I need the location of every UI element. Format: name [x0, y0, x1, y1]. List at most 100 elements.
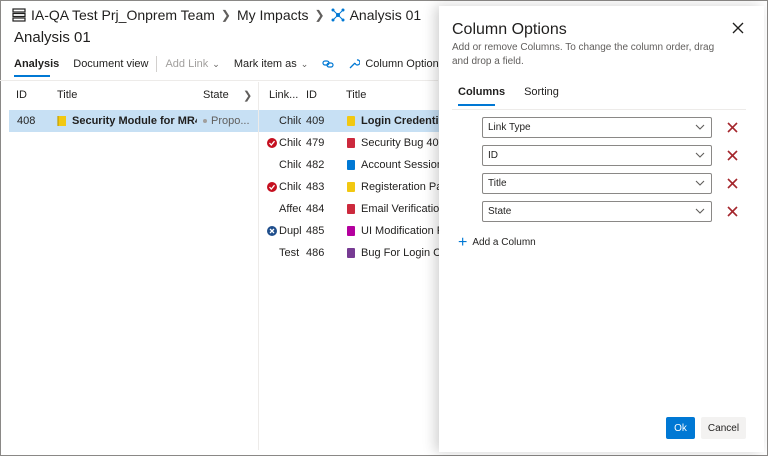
work-item-type-icon	[347, 182, 355, 192]
row-title-cell[interactable]: Registeration Passc	[346, 176, 439, 198]
ok-button[interactable]: Ok	[666, 417, 695, 439]
plus-icon: +	[458, 233, 468, 251]
chevron-right-icon[interactable]: ❯	[243, 84, 252, 106]
remove-icon[interactable]	[727, 150, 738, 161]
work-item-type-icon	[347, 160, 355, 170]
column-header-title[interactable]: Title	[57, 84, 77, 106]
breadcrumb: IA-QA Test Prj_Onprem Team ❯ My Impacts …	[12, 6, 421, 24]
row-title-cell[interactable]: Account Session Tin	[346, 154, 439, 176]
column-options-panel: Column Options Add or remove Columns. To…	[439, 6, 764, 452]
tab-sorting[interactable]: Sorting	[524, 86, 559, 98]
row-link-type: Affec	[279, 203, 301, 215]
add-column-label: Add a Column	[472, 237, 536, 248]
column-header-id[interactable]: ID	[306, 84, 317, 106]
work-items-grid: ID Title State ❯ 408 Security Module for…	[9, 84, 258, 450]
field-value: Link Type	[488, 122, 531, 133]
chevron-down-icon	[695, 180, 705, 186]
remove-icon[interactable]	[727, 178, 738, 189]
remove-icon[interactable]	[727, 206, 738, 217]
row-link-type: Test	[279, 247, 300, 259]
row-title-cell[interactable]: Email Verification Co	[346, 198, 439, 220]
tab-analysis[interactable]: Analysis	[14, 58, 59, 70]
row-title-cell[interactable]: Security Bug 408	[346, 132, 439, 154]
table-row[interactable]: Dupl 485 UI Modification For	[259, 220, 439, 242]
chevron-down-icon	[695, 124, 705, 130]
table-row[interactable]: Affec 484 Email Verification Co	[259, 198, 439, 220]
table-row[interactable]: Chilc 482 Account Session Tin	[259, 154, 439, 176]
work-item-type-icon	[347, 116, 355, 126]
chevron-down-icon	[695, 208, 705, 214]
close-icon[interactable]	[731, 21, 745, 35]
column-header-title[interactable]: Title	[346, 84, 366, 106]
breadcrumb-analysis[interactable]: Analysis 01	[350, 7, 422, 23]
column-field-title[interactable]: Title	[482, 173, 712, 194]
add-link-label: Add Link	[165, 58, 209, 70]
row-id: 482	[306, 159, 325, 171]
check-circle-icon	[267, 182, 277, 192]
cross-circle-icon	[267, 226, 277, 236]
column-options-button[interactable]: Column Options	[348, 58, 444, 70]
row-link-type: Chilc	[279, 159, 301, 171]
panel-description: Add or remove Columns. To change the col…	[452, 42, 715, 67]
field-value: State	[488, 206, 512, 217]
linked-items-grid: Link... ID Title Chilc 409 Login Credentia…	[259, 84, 439, 450]
row-state: Propo...	[211, 115, 250, 127]
row-id: 409	[306, 115, 325, 127]
link-toggle-button[interactable]	[322, 58, 334, 70]
remove-icon[interactable]	[727, 122, 738, 133]
row-title: Registeration Passc	[361, 181, 439, 193]
column-header-id[interactable]: ID	[16, 84, 27, 106]
row-title: Login Credentials f	[361, 115, 439, 127]
table-row[interactable]: Chilc 479 Security Bug 408	[259, 132, 439, 154]
table-row[interactable]: 408 Security Module for MR4D... Propo...	[9, 110, 258, 132]
column-header-state[interactable]: State	[203, 84, 229, 106]
toolbar-separator	[0, 80, 438, 81]
row-title-cell[interactable]: Security Module for MR4D...	[57, 110, 197, 132]
column-field-state[interactable]: State	[482, 201, 712, 222]
table-row[interactable]: Chilc 483 Registeration Passc	[259, 176, 439, 198]
work-item-type-icon	[347, 248, 355, 258]
chevron-down-icon: ⌄	[300, 58, 309, 69]
add-link-button[interactable]: Add Link ⌄	[165, 58, 219, 70]
row-title-cell[interactable]: Login Credentials f	[346, 110, 439, 132]
column-field-id[interactable]: ID	[482, 145, 712, 166]
add-column-button[interactable]: + Add a Column	[458, 233, 536, 251]
row-title: Security Bug 408	[361, 137, 439, 149]
feature-icon	[57, 116, 66, 126]
row-title: Email Verification Co	[361, 203, 439, 215]
chevron-down-icon	[695, 152, 705, 158]
column-field-link-type[interactable]: Link Type	[482, 117, 712, 138]
row-title-cell[interactable]: Bug For Login Credi	[346, 242, 439, 264]
tab-analysis-underline	[14, 75, 50, 77]
row-link-type: Chilc	[279, 137, 301, 149]
work-item-type-icon	[347, 226, 355, 236]
tab-document-view[interactable]: Document view	[73, 58, 148, 70]
row-id: 486	[306, 247, 325, 259]
row-link-type: Chilc	[279, 181, 301, 193]
link-icon	[322, 60, 334, 68]
page-title: Analysis 01	[14, 29, 91, 46]
chevron-right-icon: ❯	[220, 8, 231, 22]
table-row[interactable]: Test 486 Bug For Login Credi	[259, 242, 439, 264]
row-title-cell[interactable]: UI Modification For	[346, 220, 439, 242]
mark-item-as-button[interactable]: Mark item as ⌄	[234, 58, 309, 70]
row-title: Security Module for MR4D...	[72, 115, 197, 127]
row-id: 485	[306, 225, 325, 237]
column-header-link[interactable]: Link...	[269, 84, 298, 106]
breadcrumb-my-impacts[interactable]: My Impacts	[237, 7, 309, 23]
panel-tabs: Columns Sorting	[458, 86, 578, 98]
tab-columns[interactable]: Columns	[458, 86, 505, 98]
row-title: UI Modification For	[361, 225, 439, 237]
cancel-button[interactable]: Cancel	[701, 417, 746, 439]
field-value: Title	[488, 178, 507, 189]
table-row[interactable]: Chilc 409 Login Credentials f	[259, 110, 439, 132]
work-item-type-icon	[347, 204, 355, 214]
row-link-type: Chilc	[279, 115, 301, 127]
row-link-type: Dupl	[279, 225, 301, 237]
row-title: Bug For Login Credi	[361, 247, 439, 259]
state-dot-icon	[203, 119, 207, 123]
tab-columns-underline	[458, 104, 495, 106]
breadcrumb-team[interactable]: IA-QA Test Prj_Onprem Team	[31, 7, 215, 23]
row-title: Account Session Tin	[361, 159, 439, 171]
mark-item-as-label: Mark item as	[233, 58, 297, 70]
